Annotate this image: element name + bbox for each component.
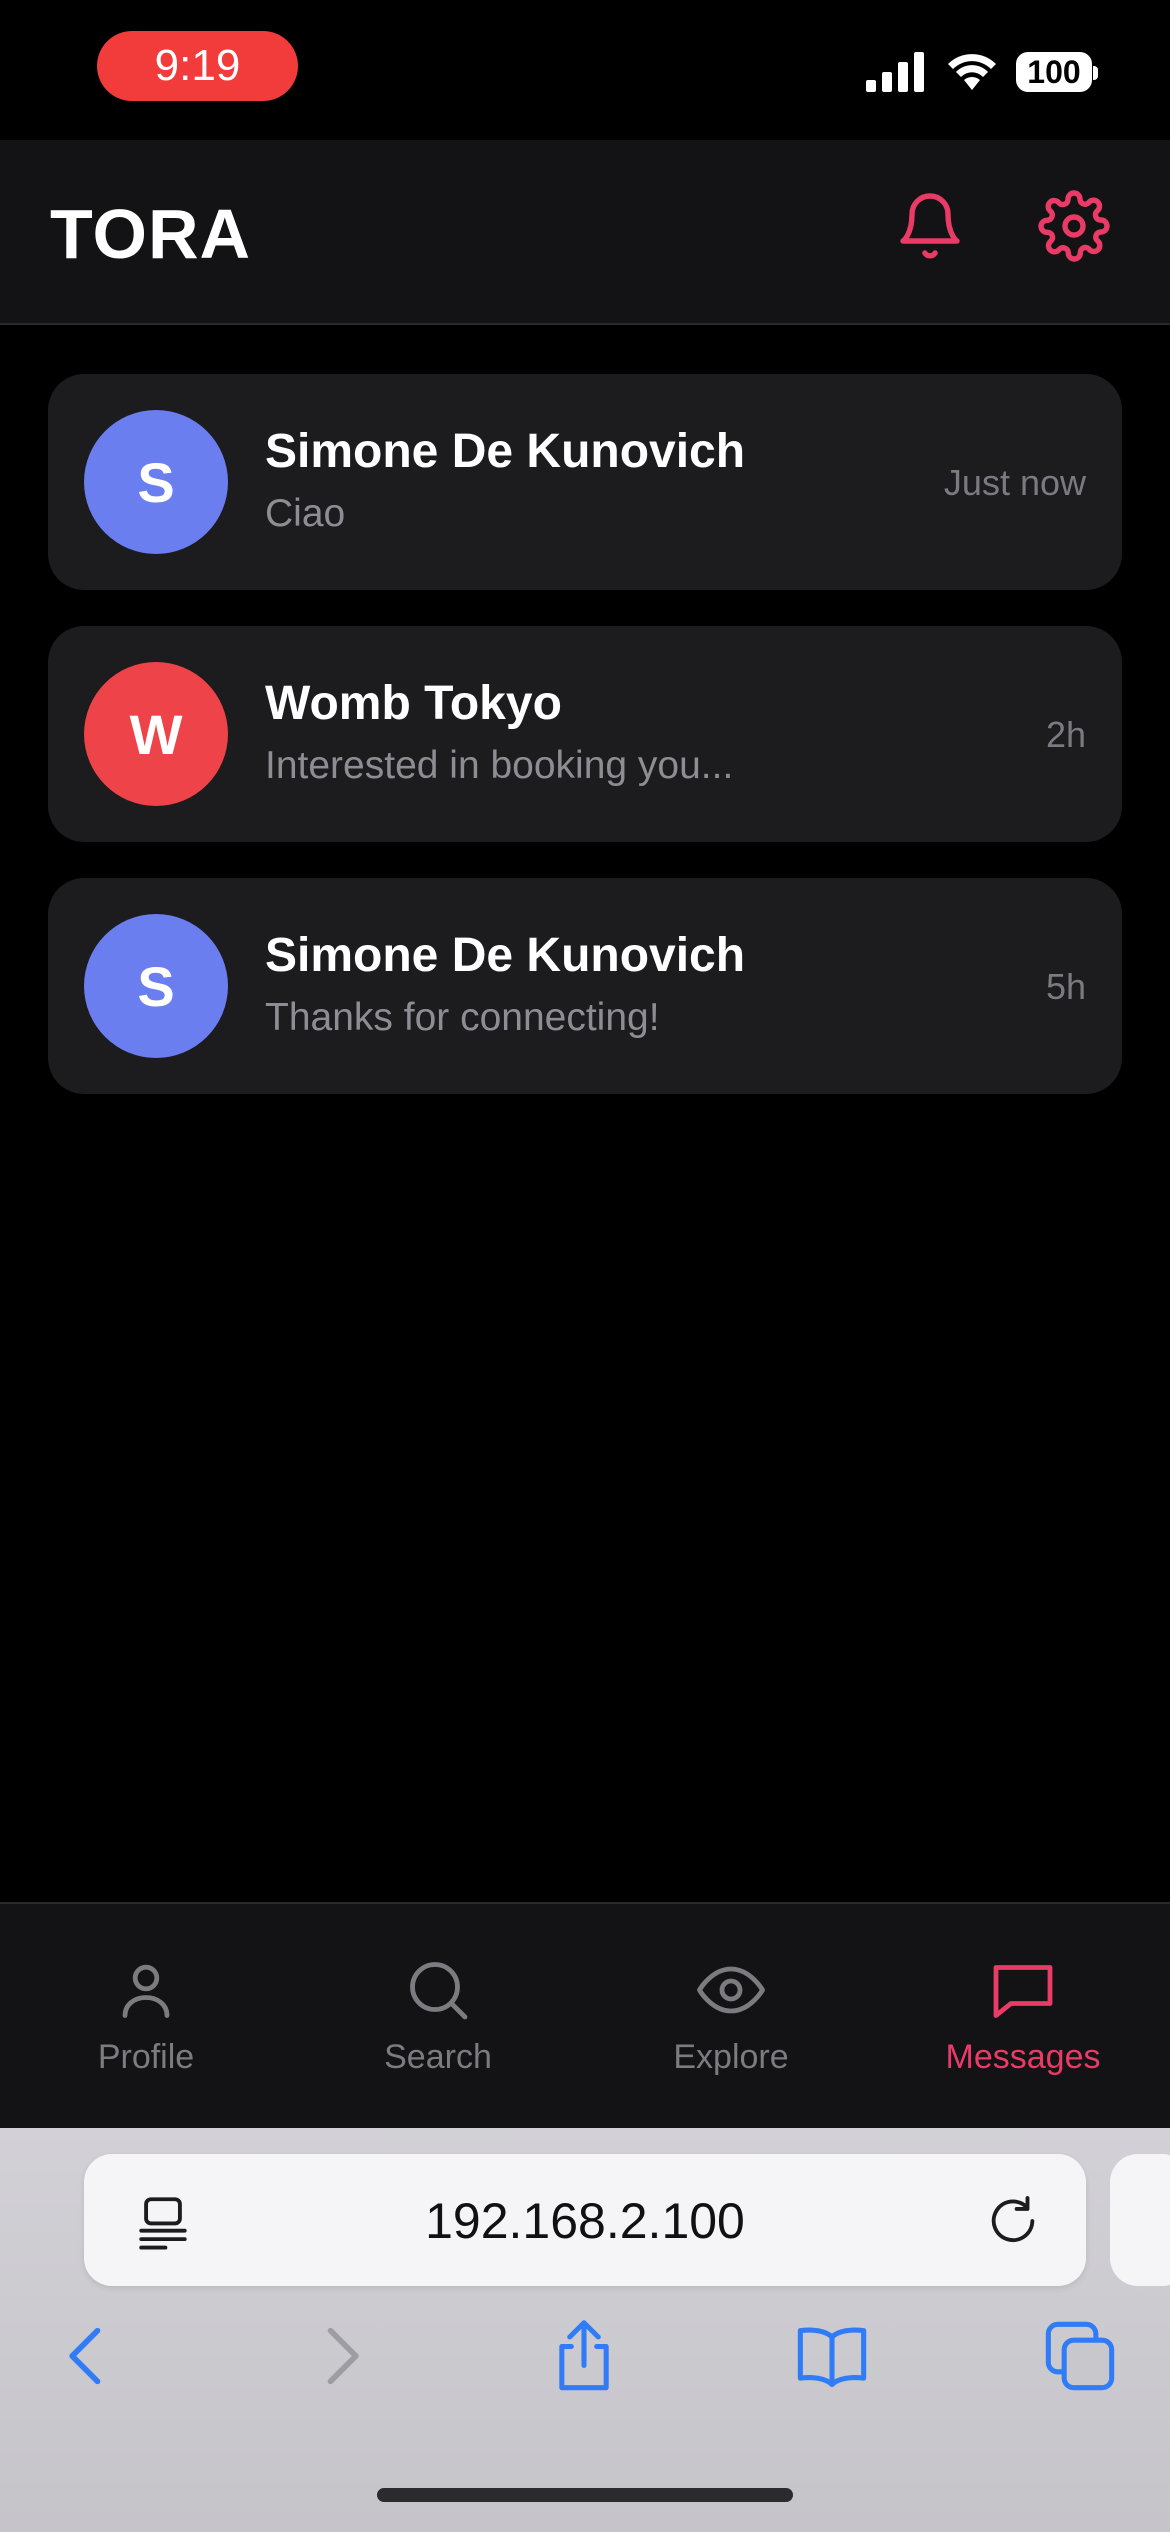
conversation-preview: Thanks for connecting! xyxy=(265,996,660,1039)
nav-item-profile[interactable]: Profile xyxy=(0,1954,292,2077)
home-indicator xyxy=(377,2488,793,2502)
avatar: S xyxy=(84,914,228,1058)
conversation-item[interactable]: W Womb Tokyo Interested in booking you..… xyxy=(48,626,1122,842)
bell-icon[interactable] xyxy=(894,190,966,262)
conversation-name: Simone De Kunovich xyxy=(265,425,746,478)
signal-icon xyxy=(866,52,924,92)
conversation-preview: Interested in booking you... xyxy=(265,744,734,787)
nav-item-messages[interactable]: Messages xyxy=(877,1954,1169,2077)
search-icon xyxy=(410,1962,468,2020)
status-time: 9:19 xyxy=(97,31,298,101)
app-title: TORA xyxy=(50,195,252,273)
conversation-time: Just now xyxy=(943,462,1086,503)
battery-indicator: 100 xyxy=(1016,52,1098,92)
nav-label-search: Search xyxy=(384,2038,492,2076)
message-icon xyxy=(993,1965,1053,2018)
app-header: TORA xyxy=(0,140,1170,325)
nav-label-explore: Explore xyxy=(673,2038,789,2076)
nav-item-explore[interactable]: Explore xyxy=(585,1954,877,2077)
reload-icon[interactable] xyxy=(984,2192,1042,2250)
bottom-nav: Profile Search Explore Messages xyxy=(0,1902,1170,2128)
nav-label-messages: Messages xyxy=(945,2038,1101,2076)
nav-label-profile: Profile xyxy=(97,2038,195,2076)
wifi-icon xyxy=(948,54,996,90)
address-text: 192.168.2.100 xyxy=(425,2193,745,2249)
conversation-list: S Simone De Kunovich Ciao Just now W Wom… xyxy=(48,374,1122,1130)
eye-icon xyxy=(697,1966,765,2014)
conversation-time: 5h xyxy=(1045,966,1086,1007)
conversation-item[interactable]: S Simone De Kunovich Thanks for connecti… xyxy=(48,878,1122,1094)
status-bar: 9:19 100 xyxy=(0,0,1170,140)
nav-item-search[interactable]: Search xyxy=(292,1954,584,2077)
user-icon xyxy=(122,1964,170,2018)
conversation-preview: Ciao xyxy=(265,492,346,535)
gear-icon[interactable] xyxy=(1038,190,1110,262)
avatar: W xyxy=(84,662,228,806)
forward-icon[interactable] xyxy=(302,2318,378,2394)
share-icon[interactable] xyxy=(546,2318,622,2394)
avatar: S xyxy=(84,410,228,554)
address-bar[interactable]: 192.168.2.100 xyxy=(84,2154,1086,2286)
tabs-icon[interactable] xyxy=(1042,2318,1118,2394)
conversation-time: 2h xyxy=(1045,714,1086,755)
status-icons: 100 xyxy=(866,52,1098,92)
conversation-name: Simone De Kunovich xyxy=(265,929,746,982)
back-icon[interactable] xyxy=(50,2318,126,2394)
conversation-name: Womb Tokyo xyxy=(265,677,562,730)
bookmarks-icon[interactable] xyxy=(794,2318,870,2394)
conversation-item[interactable]: S Simone De Kunovich Ciao Just now xyxy=(48,374,1122,590)
next-tab-preview[interactable] xyxy=(1110,2154,1170,2286)
